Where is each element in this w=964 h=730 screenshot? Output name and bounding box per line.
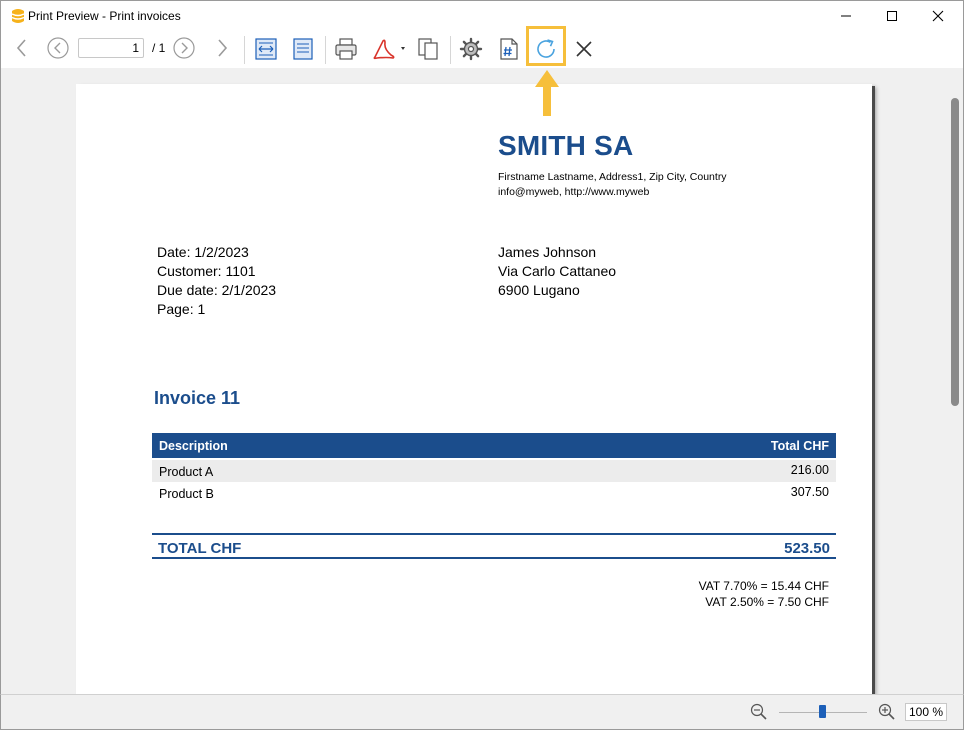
scrollbar-thumb[interactable] (951, 98, 959, 406)
window-close-icon (932, 10, 944, 22)
row-description: Product B (159, 487, 214, 501)
zoom-out-icon (750, 703, 767, 720)
forward-button[interactable] (210, 36, 234, 60)
window-title: Print Preview - Print invoices (28, 9, 181, 23)
prev-page-icon (47, 37, 69, 59)
back-arrow-icon (16, 39, 26, 57)
forward-arrow-icon (218, 39, 228, 57)
fit-page-icon (293, 38, 313, 60)
minimize-button[interactable] (823, 1, 869, 31)
table-row: Product A 216.00 (152, 460, 836, 482)
row-total: 307.50 (790, 485, 829, 499)
close-icon (576, 41, 592, 57)
row-total: 216.00 (790, 463, 829, 477)
recipient-address: James Johnson Via Carlo Cattaneo 6900 Lu… (498, 243, 616, 300)
next-page-icon (173, 37, 195, 59)
total-label: TOTAL CHF (158, 540, 242, 557)
zoom-in-icon (878, 703, 895, 720)
row-description: Product A (159, 465, 214, 479)
vat-line: VAT 7.70% = 15.44 CHF (698, 579, 829, 593)
copy-icon (418, 38, 438, 60)
vertical-scrollbar[interactable] (947, 68, 963, 694)
vat-summary: VAT 7.70% = 15.44 CHF VAT 2.50% = 7.50 C… (699, 578, 829, 610)
table-row: Product B 307.50 (152, 482, 836, 504)
export-pdf-button[interactable] (371, 36, 407, 62)
pdf-icon (373, 39, 405, 60)
refresh-button[interactable] (533, 36, 559, 62)
zoom-in-button[interactable] (877, 702, 897, 722)
print-icon (335, 38, 357, 60)
invoice-page: Page: 1 (157, 301, 206, 317)
zoom-level-field[interactable]: 100 % (905, 703, 947, 721)
page-number-input[interactable] (78, 38, 144, 58)
page-numbering-button[interactable] (496, 36, 522, 62)
title-bar: Print Preview - Print invoices (0, 0, 964, 31)
zoom-slider-thumb[interactable] (819, 705, 826, 718)
window-close-button[interactable] (915, 1, 961, 31)
company-contact-line: info@myweb, http://www.myweb (498, 186, 650, 198)
company-name: SMITH SA (498, 130, 634, 161)
column-total: Total CHF (770, 439, 829, 453)
invoice-due-date: Due date: 2/1/2023 (157, 282, 277, 298)
recipient-street: Via Carlo Cattaneo (498, 263, 617, 279)
app-logo-icon (11, 8, 25, 29)
recipient-city: 6900 Lugano (498, 282, 580, 298)
maximize-button[interactable] (869, 1, 915, 31)
page-total-label: / 1 (152, 41, 166, 55)
invoice-page: SMITH SA Firstname Lastname, Address1, Z… (76, 84, 872, 694)
back-button[interactable] (10, 36, 34, 60)
settings-button[interactable] (458, 36, 484, 62)
zoom-out-button[interactable] (749, 702, 769, 722)
total-value: 523.50 (784, 540, 830, 557)
vat-line: VAT 2.50% = 7.50 CHF (705, 595, 829, 609)
print-button[interactable] (333, 36, 359, 62)
next-page-button[interactable] (172, 36, 196, 60)
annotation-arrow-icon (535, 70, 559, 116)
invoice-title: Invoice 11 (154, 388, 241, 408)
minimize-icon (841, 15, 851, 17)
column-description: Description (159, 439, 228, 453)
toolbar: / 1 (0, 26, 964, 69)
invoice-meta: Date: 1/2/2023 Customer: 1101 Due date: … (157, 243, 276, 319)
copy-button[interactable] (415, 36, 441, 62)
fit-width-button[interactable] (253, 36, 279, 62)
company-address: Firstname Lastname, Address1, Zip City, … (498, 170, 727, 200)
toolbar-separator (244, 36, 245, 64)
close-preview-button[interactable] (571, 36, 597, 62)
invoice-customer: Customer: 1101 (157, 263, 256, 279)
company-address-line: Firstname Lastname, Address1, Zip City, … (498, 171, 727, 183)
page-number-icon (500, 38, 518, 60)
refresh-icon (537, 39, 555, 58)
previous-page-button[interactable] (46, 36, 70, 60)
table-header: Description Total CHF (152, 433, 836, 458)
recipient-name: James Johnson (498, 244, 597, 260)
toolbar-separator (450, 36, 451, 64)
invoice-date: Date: 1/2/2023 (157, 244, 249, 260)
preview-area[interactable]: SMITH SA Firstname Lastname, Address1, Z… (0, 68, 964, 694)
status-bar: 100 % (0, 694, 964, 730)
toolbar-separator (325, 36, 326, 64)
total-row: TOTAL CHF 523.50 (152, 533, 836, 559)
maximize-icon (887, 11, 897, 21)
fit-page-button[interactable] (290, 36, 316, 62)
fit-width-icon (255, 38, 277, 60)
settings-icon (459, 37, 483, 61)
